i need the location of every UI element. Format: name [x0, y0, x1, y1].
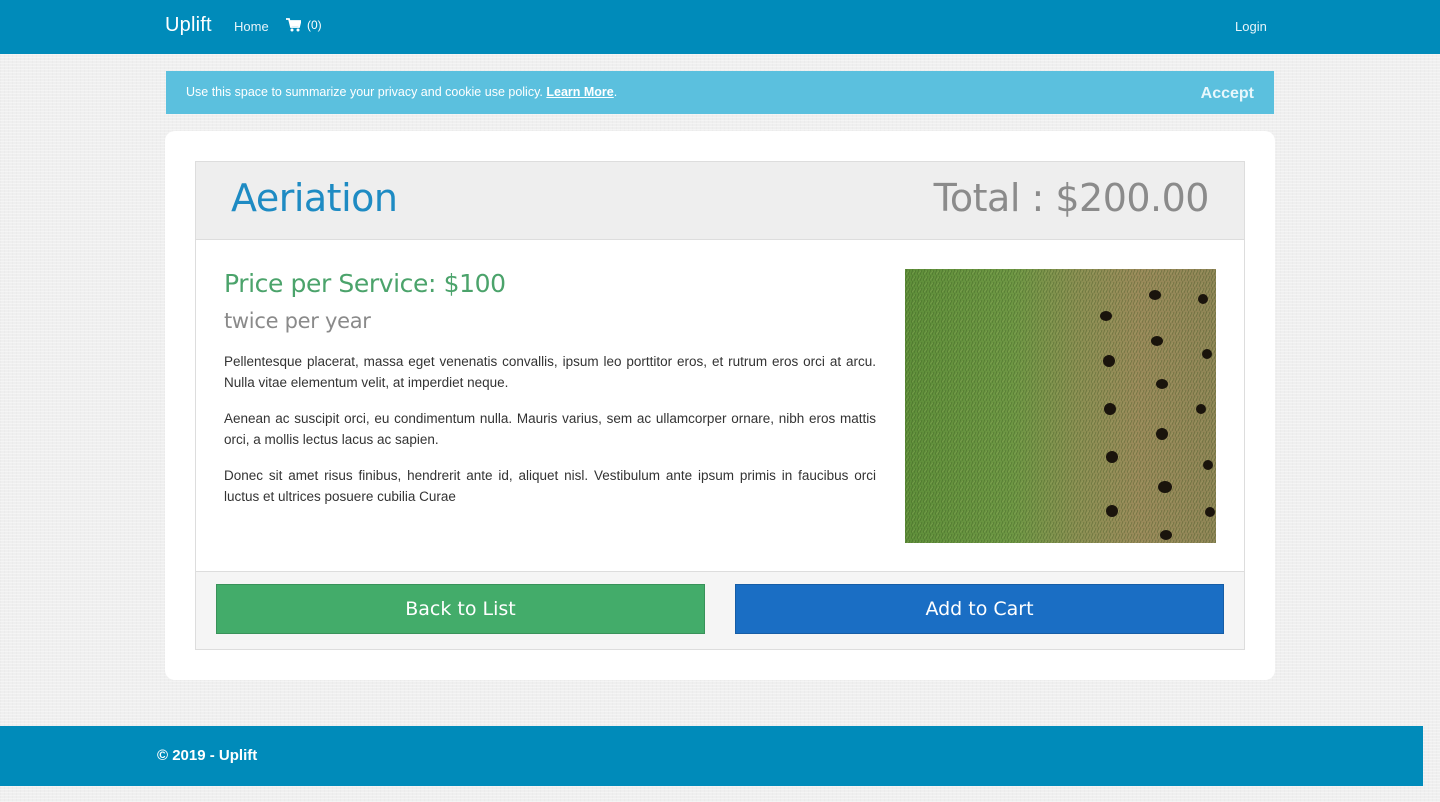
shopping-cart-icon	[286, 18, 301, 32]
cookie-banner: Use this space to summarize your privacy…	[166, 71, 1274, 114]
panel-header: Aeriation Total : $200.00	[196, 162, 1244, 240]
page-footer: © 2019 - Uplift	[0, 726, 1423, 786]
learn-more-link[interactable]: Learn More	[546, 85, 613, 99]
footer-copyright: © 2019 - Uplift	[157, 747, 258, 764]
description-paragraph: Pellentesque placerat, massa eget venena…	[224, 354, 876, 390]
service-panel: Aeriation Total : $200.00 Price per Serv…	[195, 161, 1245, 650]
service-total: Total : $200.00	[933, 176, 1210, 220]
cookie-text: Use this space to summarize your privacy…	[186, 85, 543, 99]
aeration-lawn-image	[905, 269, 1216, 543]
back-to-list-button[interactable]: Back to List	[216, 584, 705, 634]
description-paragraph: Donec sit amet risus finibus, hendrerit …	[224, 468, 876, 504]
service-description: Pellentesque placerat, massa eget venena…	[224, 351, 876, 522]
add-to-cart-button[interactable]: Add to Cart	[735, 584, 1224, 634]
cookie-period: .	[613, 85, 618, 99]
panel-footer: Back to List Add to Cart	[196, 571, 1244, 649]
accept-cookie-button[interactable]: Accept	[1201, 85, 1254, 103]
service-card: Aeriation Total : $200.00 Price per Serv…	[165, 131, 1275, 680]
login-link[interactable]: Login	[1235, 19, 1267, 34]
cart-count: (0)	[307, 18, 322, 32]
service-frequency: twice per year	[224, 309, 371, 333]
panel-body: Price per Service: $100 twice per year P…	[196, 241, 1244, 571]
top-navbar: Uplift Home (0) Login	[0, 0, 1440, 54]
nav-cart-link[interactable]: (0)	[286, 18, 322, 32]
service-title: Aeriation	[231, 176, 398, 220]
nav-home-link[interactable]: Home	[234, 19, 269, 34]
price-per-service: Price per Service: $100	[224, 269, 506, 298]
cookie-message: Use this space to summarize your privacy…	[186, 85, 617, 99]
brand-logo[interactable]: Uplift	[165, 14, 212, 37]
description-paragraph: Aenean ac suscipit orci, eu condimentum …	[224, 411, 876, 447]
